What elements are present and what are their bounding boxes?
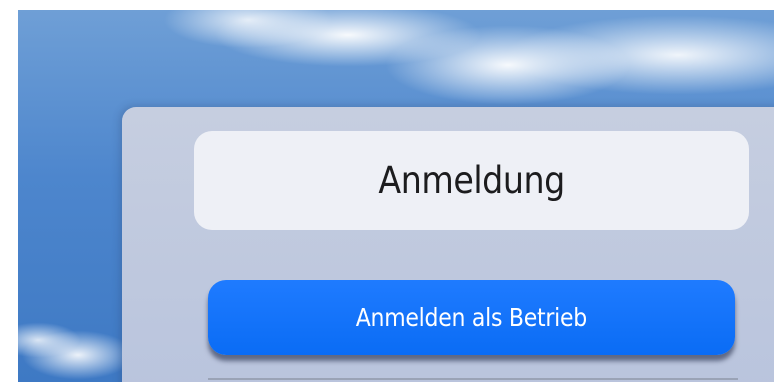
page-title: Anmeldung: [378, 159, 565, 202]
app-screen: Anmeldung Anmelden als Betrieb: [0, 0, 774, 382]
login-as-company-button[interactable]: Anmelden als Betrieb: [208, 280, 735, 355]
title-box: Anmeldung: [194, 131, 749, 230]
login-as-company-label: Anmelden als Betrieb: [355, 303, 588, 332]
login-panel: Anmeldung Anmelden als Betrieb: [122, 107, 774, 382]
divider: [208, 378, 738, 380]
